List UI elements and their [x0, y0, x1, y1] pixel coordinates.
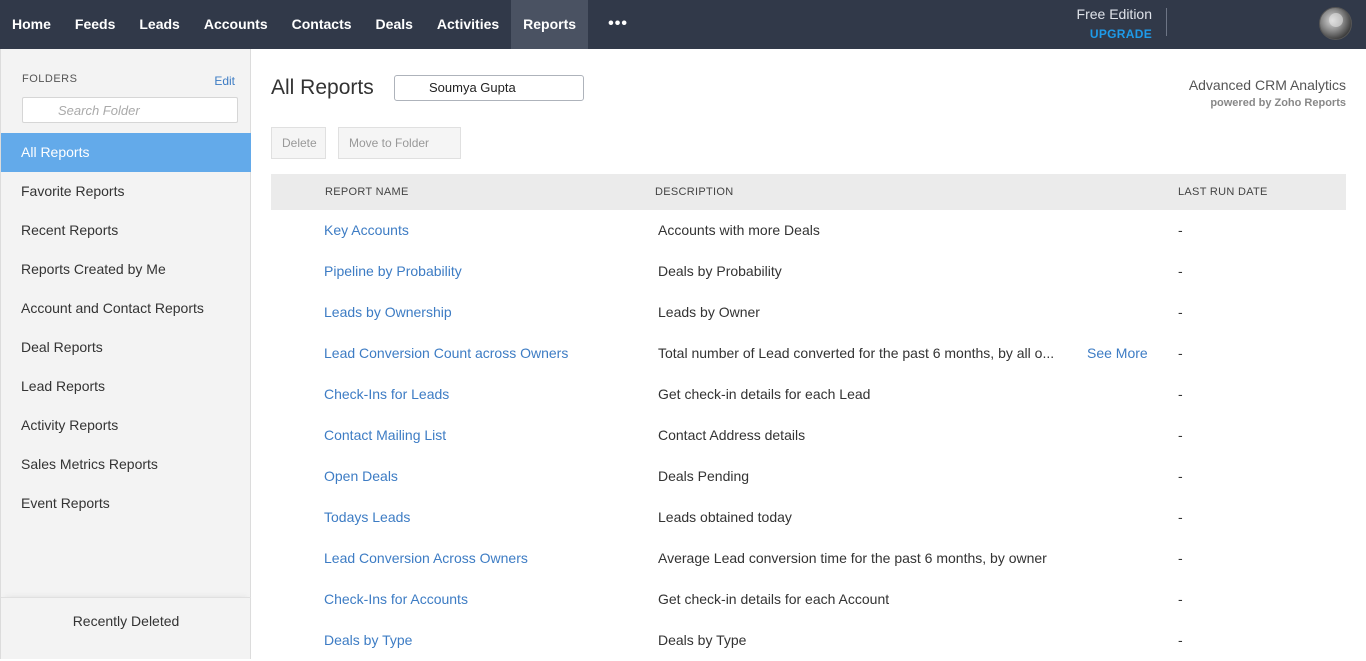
table-row[interactable]: Pipeline by Probability Deals by Probabil…: [271, 251, 1346, 292]
move-to-folder-button[interactable]: Move to Folder: [338, 127, 461, 159]
edition-label: Free Edition: [1076, 6, 1152, 22]
main-content: All Reports Soumya Gupta Advanced CRM An…: [251, 49, 1366, 659]
table-row[interactable]: Key Accounts Accounts with more Deals -: [271, 210, 1346, 251]
nav-tab-feeds[interactable]: Feeds: [63, 0, 127, 49]
table-row[interactable]: Open Deals Deals Pending -: [271, 456, 1346, 497]
report-description: Deals by Probability: [658, 263, 782, 279]
user-avatar[interactable]: [1319, 7, 1352, 40]
page-title: All Reports: [271, 76, 374, 99]
last-run-date: -: [1178, 550, 1183, 566]
table-row[interactable]: Lead Conversion Count across Owners Total…: [271, 333, 1346, 374]
nav-tab-contacts[interactable]: Contacts: [280, 0, 364, 49]
folder-item-favorite-reports[interactable]: Favorite Reports: [1, 172, 251, 211]
folder-item-sales-metrics-reports[interactable]: Sales Metrics Reports: [1, 445, 251, 484]
see-more-link[interactable]: See More: [1087, 333, 1148, 374]
report-description: Leads by Owner: [658, 304, 760, 320]
folder-item-deal-reports[interactable]: Deal Reports: [1, 328, 251, 367]
last-run-date: -: [1178, 632, 1183, 648]
search-folder-input[interactable]: [22, 97, 238, 123]
report-name-link[interactable]: Todays Leads: [324, 497, 410, 538]
last-run-date: -: [1178, 386, 1183, 402]
report-description: Contact Address details: [658, 427, 806, 443]
report-name-link[interactable]: Lead Conversion Count across Owners: [324, 333, 568, 374]
report-description: Get check-in details for each Account: [658, 591, 890, 607]
table-row[interactable]: Lead Conversion Across Owners Average Lea…: [271, 538, 1346, 579]
table-row[interactable]: Check-Ins for Accounts Get check-in detai…: [271, 579, 1346, 620]
last-run-date: -: [1178, 468, 1183, 484]
analytics-title[interactable]: Advanced CRM Analytics: [1189, 77, 1346, 93]
table-body: Key Accounts Accounts with more Deals - Pip…: [271, 210, 1346, 661]
main-nav: Home Feeds Leads Accounts Contacts Deals…: [0, 0, 648, 49]
report-name-link[interactable]: Pipeline by Probability: [324, 251, 462, 292]
table-row[interactable]: Deals by Type Deals by Type -: [271, 620, 1346, 661]
last-run-date: -: [1178, 263, 1183, 279]
report-description: Deals by Type: [658, 632, 747, 648]
more-tabs-icon[interactable]: •••: [588, 0, 648, 49]
report-name-link[interactable]: Deals by Type: [324, 620, 412, 661]
last-run-date: -: [1178, 222, 1183, 238]
folder-item-reports-created-by-me[interactable]: Reports Created by Me: [1, 250, 251, 289]
folder-item-account-and-contact-reports[interactable]: Account and Contact Reports: [1, 289, 251, 328]
folder-item-lead-reports[interactable]: Lead Reports: [1, 367, 251, 406]
report-description: Get check-in details for each Lead: [658, 386, 871, 402]
folders-heading: FOLDERS: [22, 73, 78, 85]
table-header: REPORT NAME DESCRIPTION LAST RUN DATE: [271, 174, 1346, 210]
last-run-date: -: [1178, 304, 1183, 320]
table-row[interactable]: Contact Mailing List Contact Address deta…: [271, 415, 1346, 456]
table-row[interactable]: Todays Leads Leads obtained today -: [271, 497, 1346, 538]
nav-tab-leads[interactable]: Leads: [127, 0, 191, 49]
report-name-link[interactable]: Open Deals: [324, 456, 398, 497]
last-run-date: -: [1178, 591, 1183, 607]
report-description: Accounts with more Deals: [658, 222, 820, 238]
folder-item-all-reports[interactable]: All Reports: [1, 133, 251, 172]
column-header-last-run-date[interactable]: LAST RUN DATE: [1178, 174, 1268, 210]
table-row[interactable]: Leads by Ownership Leads by Owner -: [271, 292, 1346, 333]
report-name-link[interactable]: Check-Ins for Accounts: [324, 579, 468, 620]
table-row[interactable]: Check-Ins for Leads Get check-in details …: [271, 374, 1346, 415]
last-run-date: -: [1178, 509, 1183, 525]
user-filter-select[interactable]: Soumya Gupta: [394, 75, 584, 101]
delete-button[interactable]: Delete: [271, 127, 326, 159]
analytics-subtitle: powered by Zoho Reports: [1210, 97, 1346, 109]
report-name-link[interactable]: Contact Mailing List: [324, 415, 446, 456]
report-name-link[interactable]: Leads by Ownership: [324, 292, 452, 333]
edition-info: Free Edition UPGRADE: [1077, 6, 1152, 41]
column-header-description: DESCRIPTION: [655, 186, 734, 198]
report-name-link[interactable]: Key Accounts: [324, 210, 409, 251]
report-description: Total number of Lead converted for the p…: [658, 345, 1055, 361]
nav-tab-accounts[interactable]: Accounts: [192, 0, 280, 49]
column-header-report-name[interactable]: REPORT NAME: [325, 174, 409, 210]
folders-sidebar: FOLDERS Edit All Reports Favorite Report…: [0, 49, 251, 659]
report-name-link[interactable]: Lead Conversion Across Owners: [324, 538, 528, 579]
folder-item-event-reports[interactable]: Event Reports: [1, 484, 251, 523]
folder-item-activity-reports[interactable]: Activity Reports: [1, 406, 251, 445]
report-name-link[interactable]: Check-Ins for Leads: [324, 374, 449, 415]
reports-table: REPORT NAME DESCRIPTION LAST RUN DATE Ke…: [271, 174, 1346, 661]
folder-item-recent-reports[interactable]: Recent Reports: [1, 211, 251, 250]
folder-list: All Reports Favorite Reports Recent Repo…: [1, 133, 251, 523]
nav-divider: [1166, 8, 1167, 36]
report-description: Average Lead conversion time for the pas…: [658, 550, 1047, 566]
report-description: Leads obtained today: [658, 509, 792, 525]
upgrade-link[interactable]: UPGRADE: [1077, 27, 1152, 41]
nav-tab-home[interactable]: Home: [0, 0, 63, 49]
edit-folders-link[interactable]: Edit: [214, 74, 235, 88]
last-run-date: -: [1178, 345, 1183, 361]
report-description: Deals Pending: [658, 468, 750, 484]
last-run-date: -: [1178, 427, 1183, 443]
recently-deleted-link[interactable]: Recently Deleted: [1, 597, 251, 643]
nav-tab-deals[interactable]: Deals: [364, 0, 425, 49]
top-navigation-bar: Home Feeds Leads Accounts Contacts Deals…: [0, 0, 1366, 49]
nav-tab-reports[interactable]: Reports: [511, 0, 589, 49]
nav-tab-activities[interactable]: Activities: [425, 0, 511, 49]
